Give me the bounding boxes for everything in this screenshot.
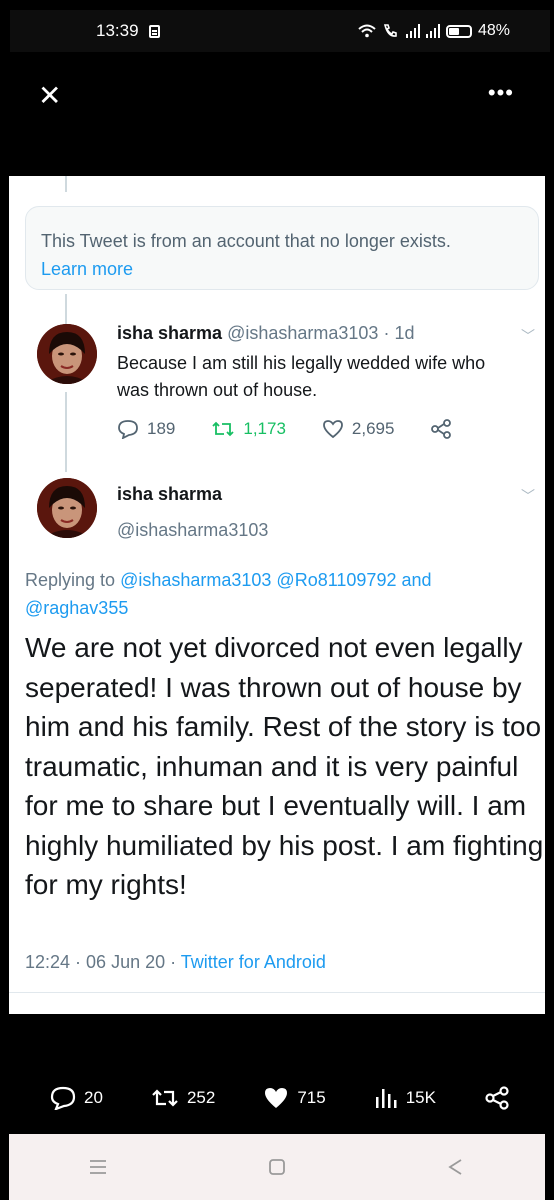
tweet-source[interactable]: Twitter for Android: [181, 952, 326, 972]
share-button[interactable]: [430, 419, 452, 439]
replying-label: Replying to: [25, 570, 116, 590]
reply-count: 189: [147, 419, 176, 438]
tweet-meta: 12:24 · 06 Jun 20 · Twitter for Android: [25, 952, 326, 973]
back-icon[interactable]: [446, 1157, 466, 1177]
system-nav-bar: [9, 1134, 545, 1200]
thread-line: [65, 176, 67, 192]
thread-line: [65, 294, 67, 324]
like-count: 2,695: [351, 419, 395, 438]
more-icon[interactable]: •••: [488, 80, 514, 106]
avatar[interactable]: [37, 324, 97, 384]
like-icon: [265, 1088, 288, 1108]
tweet-age: 1d: [394, 323, 415, 343]
reply-icon: [50, 1086, 76, 1110]
thread-line: [65, 392, 67, 472]
replying-to: Replying to @ishasharma3103 @Ro81109792 …: [25, 566, 525, 622]
signal-icon: [405, 24, 420, 38]
notice-text: This Tweet is from an account that no lo…: [41, 231, 451, 251]
retweet-button[interactable]: 1,173: [211, 419, 286, 439]
wifi-icon: [358, 24, 376, 38]
retweet-icon: [212, 421, 235, 437]
dot-separator: ·: [383, 323, 390, 343]
display-name[interactable]: isha sharma: [117, 323, 222, 343]
retweet-icon: [152, 1089, 178, 1107]
chevron-down-icon[interactable]: ﹀: [521, 486, 535, 506]
views-icon: [375, 1089, 397, 1108]
status-bar: 13:39 48%: [10, 10, 550, 52]
tweet-actions: 189 1,173 2,695: [117, 419, 488, 439]
divider: [9, 992, 545, 993]
tweet-card: This Tweet is from an account that no lo…: [9, 176, 545, 1014]
display-name[interactable]: isha sharma: [117, 484, 222, 505]
signal-icon-2: [425, 24, 440, 38]
viewer-top-bar: ✕ •••: [0, 70, 554, 125]
views-button[interactable]: 15K: [374, 1087, 436, 1109]
retweet-count: 1,173: [243, 419, 286, 438]
reply-icon: [118, 420, 138, 439]
likes-count: 715: [297, 1088, 326, 1107]
handle[interactable]: @ishasharma3103: [227, 323, 378, 343]
call-icon: [383, 24, 397, 37]
tweet-text: Because I am still his legally wedded wi…: [117, 353, 486, 400]
battery-percent: 48%: [477, 22, 510, 39]
views-count: 15K: [405, 1088, 436, 1107]
comments-count: 20: [84, 1088, 103, 1107]
close-icon[interactable]: ✕: [38, 82, 61, 110]
engagement-bar: 20 252 715 15K: [50, 1086, 510, 1110]
avatar[interactable]: [37, 478, 97, 538]
tweet-header: isha sharma @ishasharma3103 · 1d: [117, 321, 415, 345]
like-icon: [323, 420, 343, 439]
status-time: 13:39: [96, 21, 139, 40]
chevron-down-icon[interactable]: ﹀: [521, 326, 535, 346]
tweet-text: We are not yet divorced not even legally…: [25, 632, 544, 900]
tweet-timestamp: 12:24 · 06 Jun 20 ·: [25, 952, 177, 972]
share-icon: [485, 1086, 509, 1110]
likes-button[interactable]: 715: [263, 1086, 326, 1110]
handle[interactable]: @ishasharma3103: [117, 520, 268, 541]
share-button[interactable]: [484, 1086, 510, 1110]
reply-button[interactable]: 189: [117, 419, 175, 439]
learn-more-link[interactable]: Learn more: [41, 255, 523, 283]
home-icon[interactable]: [267, 1157, 287, 1177]
share-icon: [431, 419, 452, 439]
retweets-button[interactable]: 252: [151, 1087, 215, 1109]
comments-button[interactable]: 20: [50, 1086, 103, 1110]
retweets-count: 252: [186, 1088, 216, 1107]
like-button[interactable]: 2,695: [322, 419, 395, 439]
menu-icon[interactable]: [88, 1158, 108, 1176]
battery-icon: [445, 24, 472, 38]
unavailable-tweet-notice: This Tweet is from an account that no lo…: [25, 206, 539, 290]
notification-icon: [148, 24, 160, 38]
